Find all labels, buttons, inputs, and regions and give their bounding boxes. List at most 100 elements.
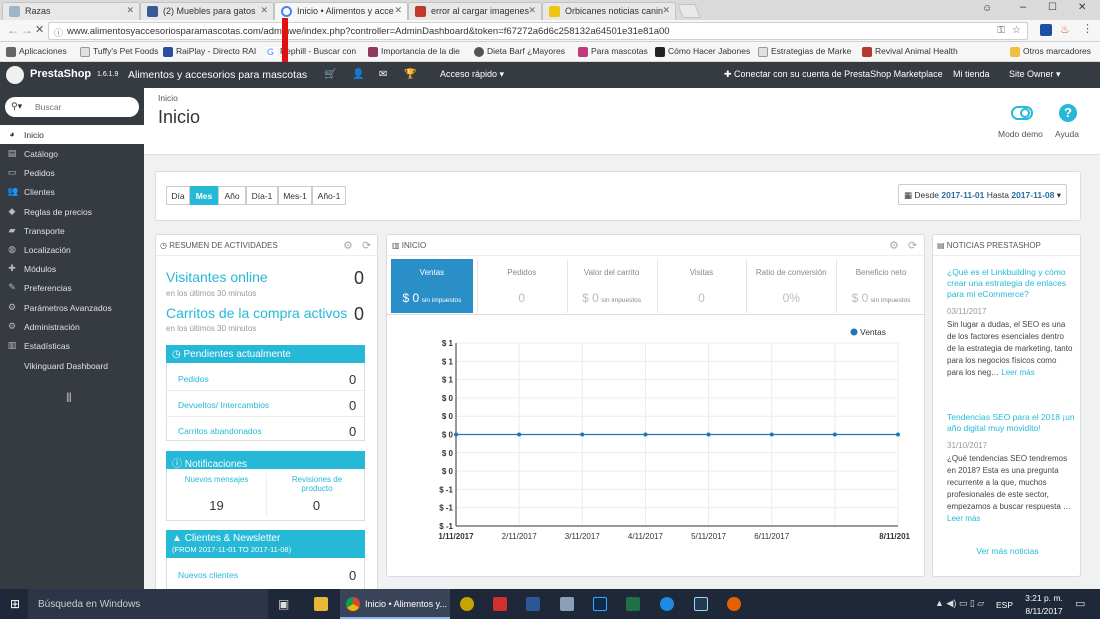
period-prev-month-button[interactable]: Mes-1 (278, 186, 312, 205)
period-prev-year-button[interactable]: Año-1 (312, 186, 346, 205)
taskbar-chrome-window[interactable]: Inicio • Alimentos y... (340, 589, 450, 619)
active-carts-link[interactable]: Carritos de la compra activos (166, 305, 347, 321)
sidebar-item-vikinguard[interactable]: Vikinguard Dashboard (0, 356, 144, 375)
address-bar[interactable]: ⓘ www.alimentosyaccesoriosparamascotas.c… (48, 22, 1028, 40)
excel-icon[interactable] (626, 597, 640, 611)
taskbar-search[interactable]: Búsqueda en Windows (28, 589, 268, 619)
breadcrumb[interactable]: Inicio (158, 93, 178, 103)
kpi-tile[interactable]: Visitas 0 (661, 259, 743, 313)
browser-tab[interactable]: Razas ✕ (2, 2, 140, 20)
stop-loading-icon[interactable]: ✕ (35, 23, 44, 36)
read-more-link[interactable]: Leer más (947, 514, 980, 523)
bookmark-item[interactable]: Revival Animal Health (862, 46, 958, 57)
sidebar-item-preferencias[interactable]: ✎ Preferencias (0, 278, 144, 297)
help-icon[interactable]: ? (1059, 104, 1077, 122)
bookmark-item[interactable]: Para mascotas (578, 46, 648, 57)
trophy-icon[interactable]: 🏆 (404, 69, 416, 80)
pending-returns-link[interactable]: Devueltos/ Intercambios (178, 400, 269, 410)
cart-icon[interactable]: 🛒 (324, 69, 336, 80)
user-icon[interactable]: 👤 (352, 69, 364, 80)
sidebar-item-localizacion[interactable]: ◍ Localización (0, 240, 144, 259)
bookmark-item[interactable]: Tuffy's Pet Foods (80, 46, 158, 57)
configure-icon[interactable]: ⚙ (889, 239, 899, 252)
bookmark-item[interactable]: RaiPlay - Directo RAI (163, 46, 256, 57)
browser-tab[interactable]: (2) Muebles para gatos ✕ (140, 2, 274, 20)
bookmark-item[interactable]: Dieta Barf ¿Mayores (474, 46, 565, 57)
refresh-icon[interactable]: ⟳ (908, 239, 917, 252)
period-month-button[interactable]: Mes (190, 186, 218, 205)
shop-name[interactable]: Alimentos y accesorios para mascotas (128, 69, 307, 81)
kpi-tile[interactable]: Valor del carrito $ 0 sin impuestos (571, 259, 653, 313)
new-messages-link[interactable]: Nuevos mensajes (167, 475, 266, 484)
clock[interactable]: 3:21 p. m. 8/11/2017 (1022, 593, 1066, 616)
browser-tab[interactable]: Orbicanes noticias canin ✕ (542, 2, 676, 20)
configure-icon[interactable]: ⚙ (343, 239, 353, 252)
demo-mode-label[interactable]: Modo demo (998, 129, 1043, 139)
bookmark-item[interactable]: G Rephill - Buscar con (267, 46, 356, 57)
minimize-button[interactable]: – (1020, 1, 1026, 13)
app-icon[interactable] (560, 597, 574, 611)
sidebar-item-reglas-de-precios[interactable]: ◆ Reglas de precios (0, 202, 144, 221)
kpi-tile[interactable]: Pedidos 0 (481, 259, 563, 313)
news-item-title[interactable]: Tendencias SEO para el 2018 ¡un año digi… (947, 412, 1075, 434)
profile-icon[interactable]: ☺ (982, 3, 992, 14)
task-view-icon[interactable]: ▣ (278, 597, 289, 611)
period-day-button[interactable]: Día (166, 186, 190, 205)
bookmark-item[interactable]: Importancia de la die (368, 46, 460, 57)
close-icon[interactable]: ✕ (394, 5, 402, 16)
see-more-news-link[interactable]: Ver más noticias (933, 546, 1080, 556)
browser-tab[interactable]: error al cargar imagenes ✕ (408, 2, 542, 20)
quick-access-menu[interactable]: Acceso rápido ▾ (440, 69, 504, 80)
kpi-tile[interactable]: Ventas $ 0 sin impuestos (391, 259, 473, 313)
close-icon[interactable]: ✕ (260, 5, 268, 16)
sidebar-item-modulos[interactable]: ✚ Módulos (0, 259, 144, 278)
news-item-title[interactable]: ¿Qué es el Linkbuilding y cómo crear una… (947, 267, 1075, 300)
read-more-link[interactable]: Leer más (1001, 368, 1034, 377)
forward-icon[interactable]: → (21, 23, 33, 37)
sidebar-item-estadisticas[interactable]: ▥ Estadísticas (0, 336, 144, 355)
new-tab-button[interactable] (677, 4, 701, 18)
firefox-icon[interactable] (727, 597, 741, 611)
date-range-picker[interactable]: ▦ Desde 2017-11-01 Hasta 2017-11-08 ▾ (898, 184, 1067, 205)
sidebar-collapse-button[interactable]: ||| (66, 392, 72, 403)
lightroom-icon[interactable] (694, 597, 708, 611)
bookmark-other[interactable]: Otros marcadores (1010, 46, 1091, 57)
internet-explorer-icon[interactable] (660, 597, 674, 611)
close-icon[interactable]: ✕ (662, 5, 670, 16)
key-icon[interactable]: ⚿ (997, 25, 1005, 36)
mail-icon[interactable]: ✉ (379, 69, 387, 80)
search-icon[interactable]: ⚲▾ (11, 101, 22, 112)
kpi-tile[interactable]: Beneficio neto $ 0 sin impuestos (840, 259, 922, 313)
file-explorer-icon[interactable] (314, 597, 328, 611)
demo-mode-toggle-icon[interactable] (1011, 106, 1033, 120)
marketplace-link[interactable]: ✚ Conectar con su cuenta de PrestaShop M… (724, 69, 943, 80)
photoshop-icon[interactable] (593, 597, 607, 611)
bookmark-star-icon[interactable]: ☆ (1012, 25, 1021, 36)
sidebar-item-parametros-avanzados[interactable]: ⚙ Parámetros Avanzados (0, 298, 144, 317)
sidebar-item-administracion[interactable]: ⚙ Administración (0, 317, 144, 336)
pending-orders-link[interactable]: Pedidos (178, 374, 209, 384)
my-shop-link[interactable]: Mi tienda (953, 69, 990, 79)
back-icon[interactable]: ← (7, 23, 19, 37)
windows-start-icon[interactable]: ⊞ (10, 598, 23, 611)
sidebar-item-clientes[interactable]: 👥 Clientes (0, 182, 144, 201)
language-indicator[interactable]: ESP (996, 600, 1013, 610)
employee-menu[interactable]: Site Owner ▾ (1009, 69, 1061, 80)
kpi-tile[interactable]: Ratio de conversión 0% (750, 259, 832, 313)
sidebar-item-pedidos[interactable]: ▭ Pedidos (0, 163, 144, 182)
bookmark-item[interactable]: Estrategias de Marke (758, 46, 851, 57)
extension-icon[interactable] (1040, 24, 1052, 36)
close-icon[interactable]: ✕ (126, 5, 134, 16)
page-info-icon[interactable]: ⓘ (54, 26, 63, 39)
close-icon[interactable]: ✕ (528, 5, 536, 16)
search-input[interactable] (35, 100, 133, 114)
new-clients-link[interactable]: Nuevos clientes (178, 570, 238, 580)
help-label[interactable]: Ayuda (1055, 129, 1079, 139)
maximize-button[interactable]: ☐ (1048, 2, 1057, 13)
product-reviews-link[interactable]: Revisiones de producto (277, 475, 357, 493)
bookmark-item[interactable]: Cómo Hacer Jabones (655, 46, 750, 57)
period-year-button[interactable]: Año (218, 186, 246, 205)
extension-fire-icon[interactable]: ♨ (1060, 23, 1070, 36)
window-close-button[interactable]: ✕ (1078, 2, 1086, 13)
sidebar-item-inicio[interactable]: ◕ Inicio (0, 125, 144, 144)
